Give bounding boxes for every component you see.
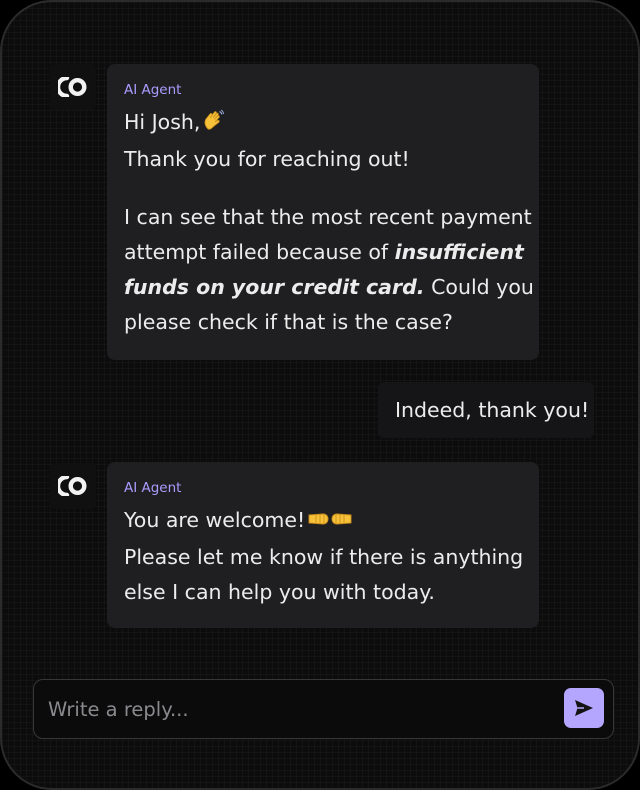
sender-name: AI Agent — [124, 480, 182, 496]
chat-window: AI Agent Hi Josh, Thank you for reaching… — [0, 0, 640, 790]
message-text: Please let me know if there is anything — [124, 545, 524, 569]
waving-hand-emoji — [202, 107, 225, 142]
send-button[interactable] — [564, 688, 604, 728]
user-message-bubble: Indeed, thank you! — [378, 382, 594, 438]
message-text: You are welcome! — [124, 508, 306, 532]
agent-avatar — [50, 64, 96, 110]
emphasized-text: funds on your credit card. — [124, 275, 425, 299]
reply-input[interactable] — [48, 680, 548, 738]
message-text: Could you — [424, 275, 534, 299]
agent-message-bubble: AI Agent Hi Josh, Thank you for reaching… — [107, 64, 539, 360]
reply-composer — [33, 679, 614, 739]
message-text: I can see that the most recent payment — [124, 205, 532, 229]
send-arrow-icon — [575, 700, 593, 716]
sender-name: AI Agent — [124, 82, 182, 98]
emphasized-text: insufficient — [394, 240, 524, 264]
agent-message-bubble: AI Agent You are welcome! Please let me … — [107, 462, 539, 628]
message-text: attempt failed because of — [124, 240, 395, 264]
message-text: Indeed, thank you! — [395, 398, 590, 422]
intercom-fin-logo-icon — [58, 476, 87, 496]
message-text: please check if that is the case? — [124, 310, 453, 334]
intercom-fin-logo-icon — [58, 77, 87, 97]
fist-bump-emoji — [307, 505, 353, 540]
message-text: Thank you for reaching out! — [124, 147, 410, 171]
message-text: else I can help you with today. — [124, 580, 435, 604]
message-text: Hi Josh, — [124, 110, 201, 134]
agent-avatar — [50, 463, 96, 509]
